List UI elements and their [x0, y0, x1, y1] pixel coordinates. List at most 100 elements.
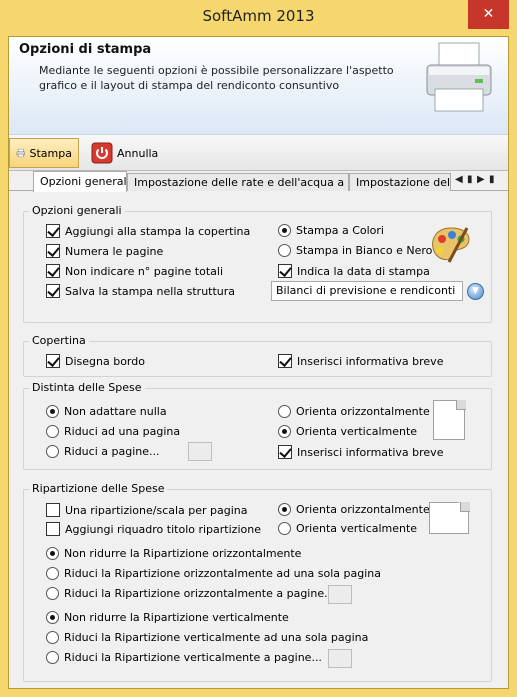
tab-end-icon[interactable]: ▮	[489, 174, 495, 185]
checkbox-box[interactable]	[46, 503, 60, 517]
header-description: Mediante le seguenti opzioni è possibile…	[39, 64, 394, 92]
close-button[interactable]: ✕	[468, 0, 509, 29]
checkbox-data-stampa[interactable]: Indica la data di stampa	[278, 264, 430, 278]
checkbox-box[interactable]	[46, 244, 60, 258]
checkbox-copertina[interactable]: Aggiungi alla stampa la copertina	[46, 224, 250, 238]
tab-rate-acqua[interactable]: Impostazione delle rate e dell'acqua a f…	[127, 173, 349, 191]
cancel-label: Annulla	[117, 146, 159, 160]
radio-dot[interactable]	[278, 405, 291, 418]
tab-prev-icon[interactable]: ◀	[455, 174, 463, 185]
radio-dot[interactable]	[278, 244, 291, 257]
checkbox-label: Disegna bordo	[65, 354, 145, 368]
tab-strip: Opzioni generali Impostazione delle rate…	[9, 171, 508, 192]
radio-label: Stampa a Colori	[296, 224, 384, 237]
radio-label: Riduci la Ripartizione verticalmente ad …	[64, 631, 369, 644]
radio-v-una-pagina[interactable]: Riduci la Ripartizione verticalmente ad …	[46, 631, 368, 644]
radio-distinta-orizzontale[interactable]: Orienta orizzontalmente	[278, 405, 430, 418]
chevron-down-icon[interactable]: ▼	[467, 283, 484, 300]
cancel-button[interactable]: Annulla	[85, 138, 165, 168]
radio-dot[interactable]	[278, 503, 291, 516]
radio-dot[interactable]	[46, 425, 59, 438]
checkbox-informativa-copertina[interactable]: Inserisci informativa breve	[278, 354, 443, 368]
print-button[interactable]: Stampa	[9, 138, 79, 168]
radio-una-pagina[interactable]: Riduci ad una pagina	[46, 425, 180, 438]
checkbox-box[interactable]	[46, 354, 60, 368]
structure-select[interactable]: Bilanci di previsione e rendiconti	[271, 281, 463, 301]
checkbox-salva-stampa[interactable]: Salva la stampa nella struttura	[46, 284, 235, 298]
tab-first-last-icon[interactable]: ▮	[467, 174, 473, 185]
tab-next-icon[interactable]: ▶	[477, 174, 485, 185]
checkbox-box[interactable]	[278, 354, 292, 368]
radio-v-non-ridurre[interactable]: Non ridurre la Ripartizione verticalment…	[46, 611, 289, 624]
radio-non-adattare[interactable]: Non adattare nulla	[46, 405, 167, 418]
group-label-copertina: Copertina	[29, 334, 89, 347]
checkbox-box[interactable]	[278, 264, 292, 278]
radio-bianco-nero[interactable]: Stampa in Bianco e Nero	[278, 244, 432, 257]
checkbox-label: Una ripartizione/scala per pagina	[65, 503, 248, 517]
checkbox-riquadro-titolo[interactable]: Aggiungi riquadro titolo ripartizione	[46, 522, 261, 536]
radio-ripartizione-orizzontale[interactable]: Orienta orizzontalmente	[278, 503, 430, 516]
radio-v-pagine[interactable]: Riduci la Ripartizione verticalmente a p…	[46, 651, 322, 664]
radio-dot[interactable]	[278, 425, 291, 438]
radio-h-non-ridurre[interactable]: Non ridurre la Ripartizione orizzontalme…	[46, 547, 301, 560]
tab-impostazione-p[interactable]: Impostazione delle p	[349, 173, 451, 191]
radio-label: Stampa in Bianco e Nero	[296, 244, 433, 257]
checkbox-box[interactable]	[46, 522, 60, 536]
power-icon	[91, 142, 113, 164]
page-fold-icon	[460, 502, 470, 512]
page-fold-icon	[456, 400, 466, 410]
checkbox-una-ripartizione[interactable]: Una ripartizione/scala per pagina	[46, 503, 248, 517]
checkbox-label: Aggiungi alla stampa la copertina	[65, 224, 251, 238]
checkbox-label: Indica la data di stampa	[297, 264, 430, 278]
radio-dot[interactable]	[46, 547, 59, 560]
radio-label: Orienta verticalmente	[296, 522, 418, 535]
radio-label: Non ridurre la Ripartizione verticalment…	[64, 611, 289, 624]
checkbox-label: Numera le pagine	[65, 244, 164, 258]
window-client: Opzioni di stampa Mediante le seguenti o…	[8, 36, 509, 689]
radio-dot[interactable]	[278, 522, 291, 535]
radio-label: Orienta orizzontalmente	[296, 503, 430, 516]
checkbox-informativa-distinta[interactable]: Inserisci informativa breve	[278, 445, 443, 459]
radio-label: Riduci a pagine...	[64, 445, 160, 458]
tab-opzioni-generali[interactable]: Opzioni generali	[33, 171, 127, 192]
v-pages-input[interactable]	[328, 649, 352, 668]
radio-riduci-pagine[interactable]: Riduci a pagine...	[46, 445, 159, 458]
checkbox-label: Salva la stampa nella struttura	[65, 284, 236, 298]
radio-label: Riduci la Ripartizione orizzontalmente a…	[64, 587, 335, 600]
radio-ripartizione-verticale[interactable]: Orienta verticalmente	[278, 522, 417, 535]
checkbox-numera-pagine[interactable]: Numera le pagine	[46, 244, 163, 258]
radio-dot[interactable]	[46, 587, 59, 600]
radio-dot[interactable]	[46, 405, 59, 418]
header-title: Opzioni di stampa	[19, 42, 152, 57]
radio-label: Non adattare nulla	[64, 405, 167, 418]
print-label: Stampa	[29, 146, 72, 160]
radio-dot[interactable]	[46, 631, 59, 644]
checkbox-label: Inserisci informativa breve	[297, 354, 444, 368]
palette-icon	[432, 227, 470, 263]
printer-icon	[426, 42, 492, 112]
window-title: SoftAmm 2013	[202, 7, 315, 25]
radio-dot[interactable]	[46, 567, 59, 580]
distinta-pages-input[interactable]	[188, 442, 212, 461]
radio-label: Riduci ad una pagina	[64, 425, 181, 438]
radio-label: Orienta orizzontalmente	[296, 405, 430, 418]
tab-panel-opzioni-generali: Opzioni generali Aggiungi alla stampa la…	[9, 192, 508, 688]
checkbox-label: Inserisci informativa breve	[297, 445, 444, 459]
radio-h-pagine[interactable]: Riduci la Ripartizione orizzontalmente a…	[46, 587, 335, 600]
radio-stampa-colori[interactable]: Stampa a Colori	[278, 224, 384, 237]
radio-dot[interactable]	[46, 651, 59, 664]
checkbox-disegna-bordo[interactable]: Disegna bordo	[46, 354, 145, 368]
radio-dot[interactable]	[278, 224, 291, 237]
radio-h-una-pagina[interactable]: Riduci la Ripartizione orizzontalmente a…	[46, 567, 381, 580]
checkbox-box[interactable]	[46, 264, 60, 278]
printer-small-icon	[16, 148, 25, 158]
radio-distinta-verticale[interactable]: Orienta verticalmente	[278, 425, 417, 438]
group-label-distinta: Distinta delle Spese	[29, 381, 145, 394]
h-pages-input[interactable]	[328, 585, 352, 604]
radio-dot[interactable]	[46, 445, 59, 458]
checkbox-box[interactable]	[278, 445, 292, 459]
checkbox-box[interactable]	[46, 284, 60, 298]
checkbox-no-totali[interactable]: Non indicare n° pagine totali	[46, 264, 223, 278]
radio-dot[interactable]	[46, 611, 59, 624]
checkbox-box[interactable]	[46, 224, 60, 238]
